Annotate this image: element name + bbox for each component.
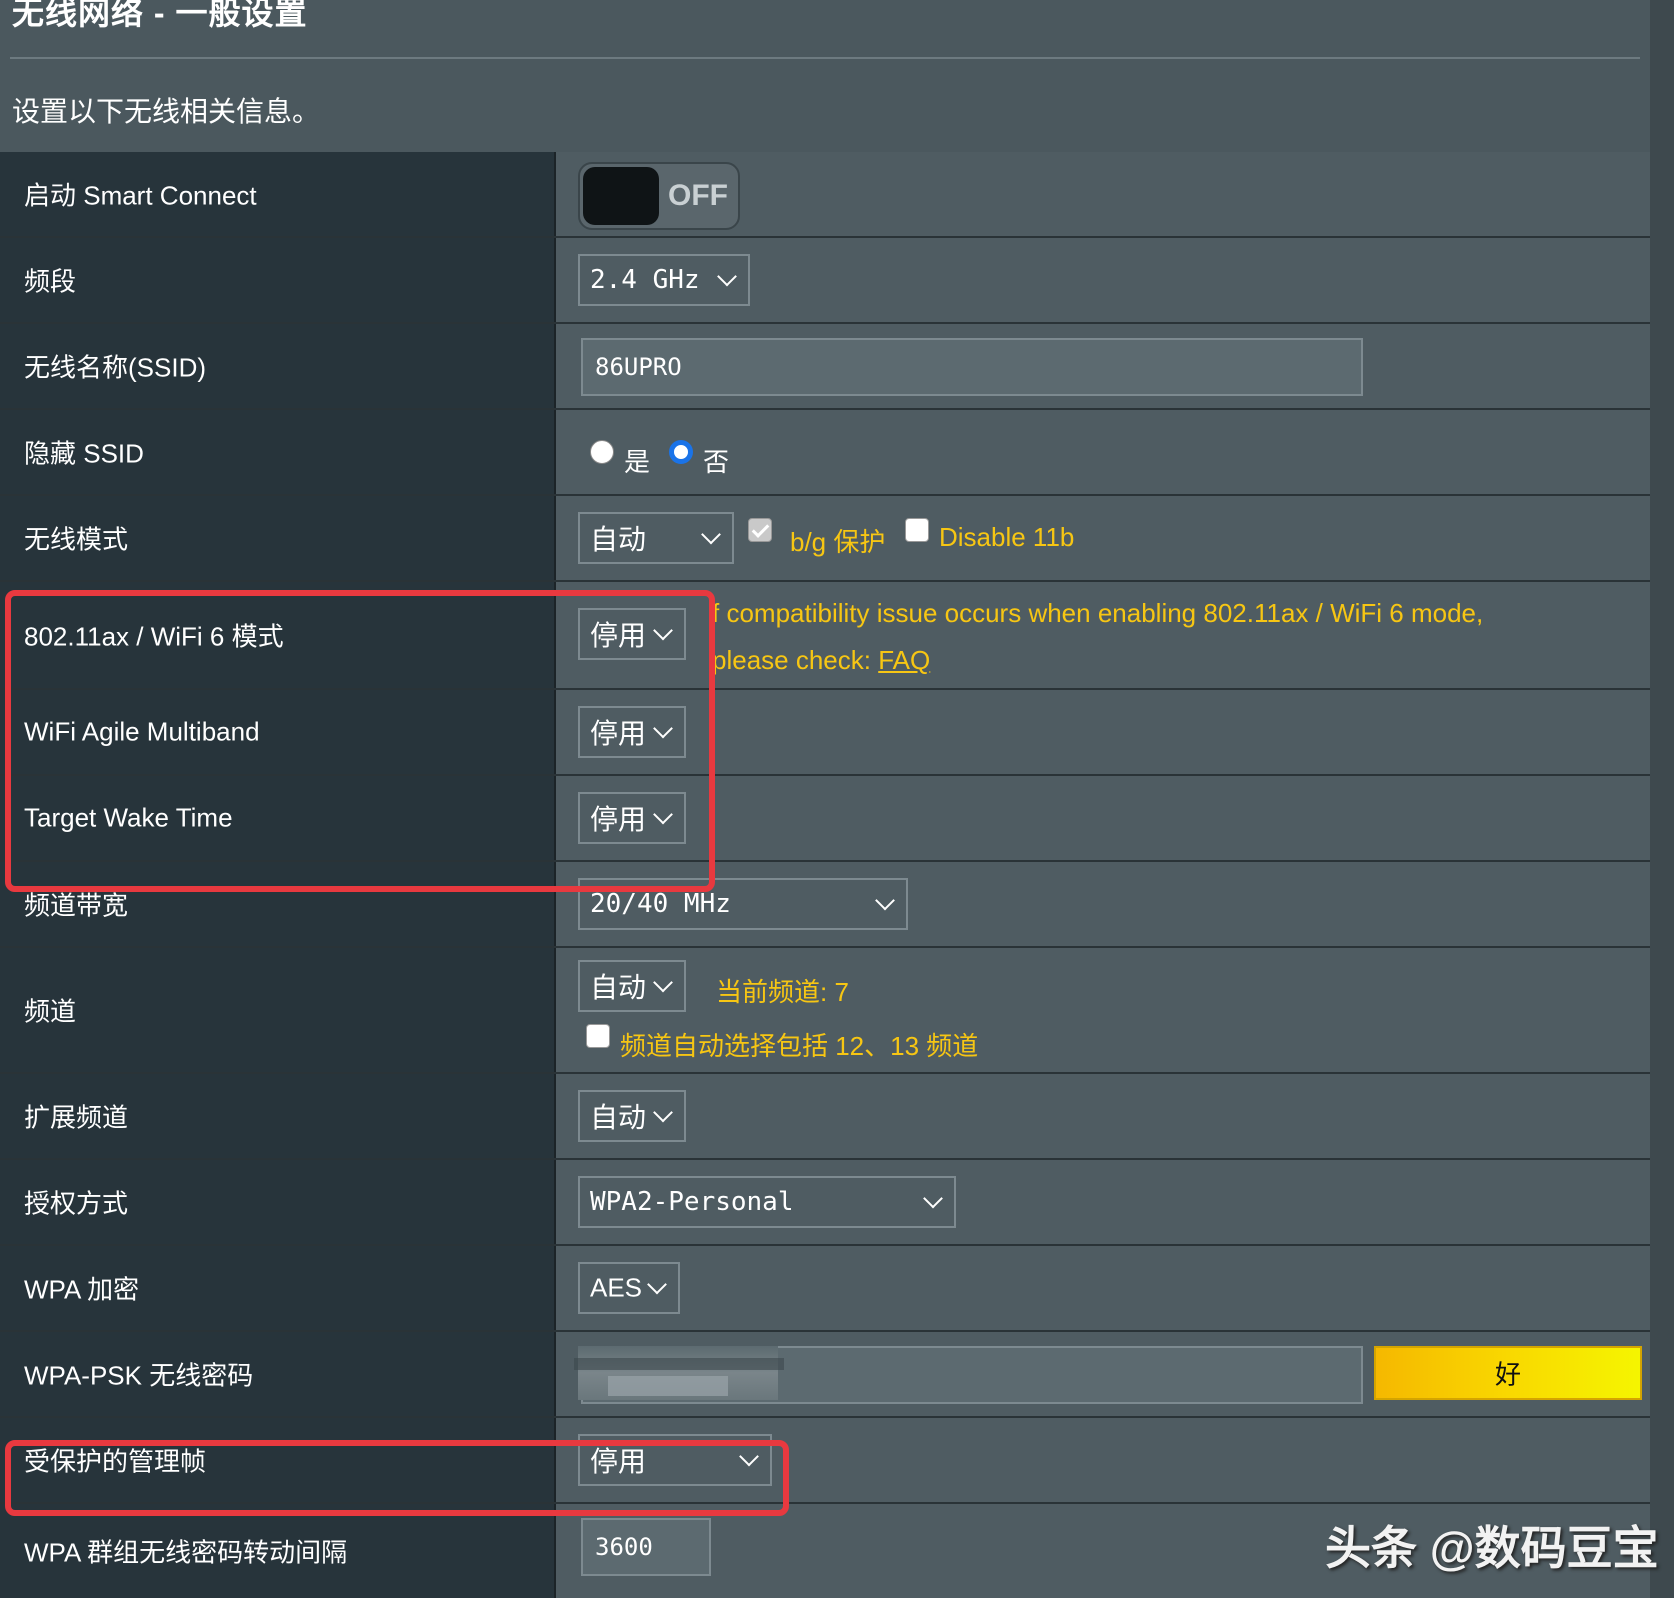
channel-label: 频道 — [24, 996, 77, 1027]
row-target-wake-time: Target Wake Time 停用 — [0, 776, 1650, 862]
password-mask — [574, 1346, 784, 1400]
chevron-down-icon — [875, 890, 895, 911]
hide-ssid-no-label: 否 — [703, 447, 730, 477]
smart-connect-label: 启动 Smart Connect — [24, 180, 257, 211]
ssid-input[interactable]: 86UPRO — [581, 338, 1363, 396]
ext-channel-label: 扩展频道 — [24, 1102, 129, 1133]
row-psk: WPA-PSK 无线密码 好 — [0, 1332, 1650, 1418]
row-auth-method: 授权方式 WPA2-Personal — [0, 1160, 1650, 1246]
chevron-down-icon — [653, 972, 673, 993]
ax-mode-label: 802.11ax / WiFi 6 模式 — [24, 621, 284, 652]
chevron-down-icon — [653, 1102, 673, 1123]
title-divider — [10, 57, 1640, 59]
agile-multiband-select[interactable]: 停用 — [578, 706, 686, 758]
chevron-down-icon — [717, 266, 737, 287]
hide-ssid-yes-label: 是 — [624, 447, 651, 477]
chevron-down-icon — [653, 804, 673, 825]
row-ssid: 无线名称(SSID) 86UPRO — [0, 324, 1650, 410]
toggle-knob — [583, 167, 659, 225]
target-wake-time-label: Target Wake Time — [24, 802, 233, 833]
hide-ssid-label: 隐藏 SSID — [24, 438, 144, 469]
bandwidth-label: 频道带宽 — [24, 890, 129, 921]
ssid-label: 无线名称(SSID) — [24, 352, 207, 383]
agile-multiband-label: WiFi Agile Multiband — [24, 716, 260, 747]
row-band: 频段 2.4 GHz — [0, 238, 1650, 324]
ax-notice-line2: please check: — [712, 645, 879, 675]
chevron-down-icon — [647, 1274, 667, 1295]
chevron-down-icon — [701, 524, 721, 545]
row-hide-ssid: 隐藏 SSID 是 否 — [0, 410, 1650, 496]
wireless-mode-label: 无线模式 — [24, 524, 129, 555]
ax-mode-select[interactable]: 停用 — [578, 608, 686, 660]
chevron-down-icon — [653, 718, 673, 739]
wpa-encryption-select[interactable]: AES — [578, 1262, 680, 1314]
faq-link[interactable]: FAQ — [878, 645, 930, 675]
page-subtitle: 设置以下无线相关信息。 — [12, 96, 321, 127]
row-agile-multiband: WiFi Agile Multiband 停用 — [0, 690, 1650, 776]
row-channel: 频道 自动 当前频道: 7 频道自动选择包括 12、13 频道 — [0, 948, 1650, 1074]
watermark: 头条 @数码豆宝 — [1325, 1522, 1659, 1574]
row-ax-mode: 802.11ax / WiFi 6 模式 停用 f compatibility … — [0, 582, 1650, 690]
page-title: 无线网络 - 一般设置 — [12, 0, 308, 31]
auth-method-select[interactable]: WPA2-Personal — [578, 1176, 956, 1228]
row-bandwidth: 频道带宽 20/40 MHz — [0, 862, 1650, 948]
chevron-down-icon — [923, 1188, 943, 1209]
bandwidth-select[interactable]: 20/40 MHz — [578, 878, 908, 930]
chevron-down-icon — [739, 1446, 759, 1467]
hide-ssid-yes-radio[interactable] — [590, 440, 614, 464]
group-key-interval-input[interactable]: 3600 — [581, 1518, 711, 1576]
chevron-down-icon — [653, 620, 673, 641]
row-ext-channel: 扩展频道 自动 — [0, 1074, 1650, 1160]
channel-select[interactable]: 自动 — [578, 960, 686, 1012]
include-12-13-checkbox[interactable] — [586, 1024, 610, 1048]
row-wireless-mode: 无线模式 自动 b/g 保护 Disable 11b — [0, 496, 1650, 582]
pmf-label: 受保护的管理帧 — [24, 1446, 207, 1477]
password-strength-badge: 好 — [1374, 1346, 1642, 1400]
wpa-encryption-label: WPA 加密 — [24, 1274, 140, 1305]
group-key-interval-label: WPA 群组无线密码转动间隔 — [24, 1537, 348, 1568]
include-12-13-label: 频道自动选择包括 12、13 频道 — [620, 1031, 979, 1061]
ext-channel-select[interactable]: 自动 — [578, 1090, 686, 1142]
band-label: 频段 — [24, 266, 77, 297]
scrollbar-track[interactable] — [1650, 0, 1674, 1598]
hide-ssid-no-radio[interactable] — [669, 440, 693, 464]
ax-notice-line1: f compatibility issue occurs when enabli… — [712, 598, 1484, 628]
bg-protection-checkbox[interactable] — [748, 518, 772, 542]
auth-method-label: 授权方式 — [24, 1188, 129, 1219]
row-smart-connect: 启动 Smart Connect OFF — [0, 152, 1650, 238]
bg-protection-label: b/g 保护 — [790, 527, 886, 557]
smart-connect-toggle[interactable]: OFF — [578, 162, 740, 230]
disable-11b-checkbox[interactable] — [905, 518, 929, 542]
toggle-state-label: OFF — [668, 179, 728, 212]
row-wpa-encryption: WPA 加密 AES — [0, 1246, 1650, 1332]
page-header: 无线网络 - 一般设置 设置以下无线相关信息。 — [0, 0, 1674, 152]
band-select[interactable]: 2.4 GHz — [578, 254, 750, 306]
row-pmf: 受保护的管理帧 停用 — [0, 1418, 1650, 1504]
current-channel-text: 当前频道: 7 — [716, 977, 849, 1007]
target-wake-time-select[interactable]: 停用 — [578, 792, 686, 844]
disable-11b-label: Disable 11b — [939, 522, 1075, 552]
wireless-mode-select[interactable]: 自动 — [578, 512, 734, 564]
pmf-select[interactable]: 停用 — [578, 1434, 772, 1486]
psk-label: WPA-PSK 无线密码 — [24, 1360, 254, 1391]
